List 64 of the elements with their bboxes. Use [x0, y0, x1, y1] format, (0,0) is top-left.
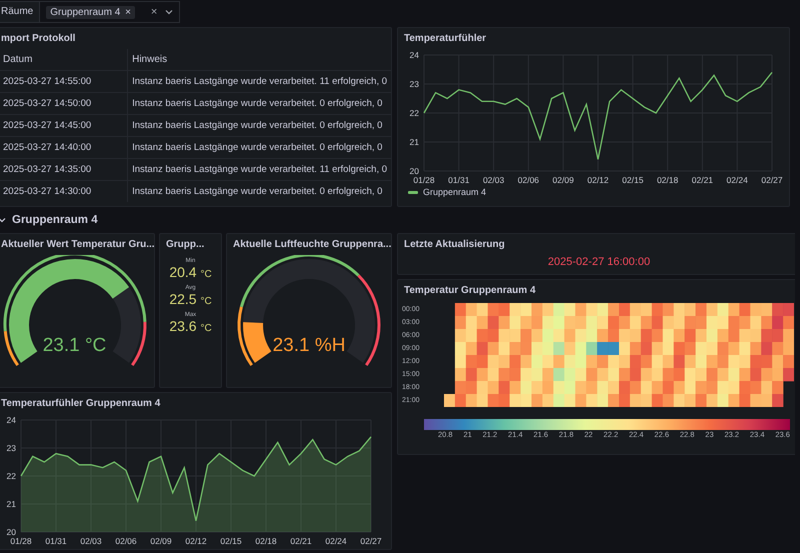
stat-value: 20.4 °C: [169, 264, 212, 280]
axis-label: 23: [6, 443, 16, 453]
axis-label: 02/06: [115, 536, 137, 546]
table-cell: 2025-03-27 14:45:00: [0, 114, 128, 136]
axis-label: 02/06: [518, 175, 540, 185]
table-cell: Instanz baeris Lastgänge wurde verarbeitet. 0 erfolgreich, 0: [128, 92, 391, 114]
axis-label: 01/28: [413, 175, 435, 185]
axis-label: 02/15: [622, 175, 644, 185]
axis-label: 02/12: [185, 536, 207, 546]
timestamp: 2025-02-27 16:00:00: [546, 256, 652, 268]
panel-title: Temperatur Gruppenraum 4: [403, 284, 537, 298]
column-header[interactable]: Datum: [0, 49, 128, 70]
axis-label: 01/31: [45, 536, 67, 546]
axis-label: 01/28: [10, 536, 32, 546]
axis-label: 02/27: [761, 175, 783, 185]
axis-label: 02/21: [290, 536, 312, 546]
axis-label: 02/12: [587, 175, 609, 185]
chevron-icon[interactable]: [0, 216, 6, 224]
axis-label: 22: [410, 108, 419, 118]
axis-label: 02/27: [360, 536, 382, 546]
axis-label: 23: [410, 79, 419, 89]
table-cell: Instanz baeris Lastgänge wurde verarbeitet. 0 erfolgreich, 0: [128, 180, 391, 202]
axis-label: 02/03: [80, 536, 102, 546]
axis-label: 02/24: [726, 175, 748, 185]
panel-title: mport Protokoll: [0, 32, 76, 46]
axis-label: 21: [6, 499, 16, 509]
table-cell: Instanz baeris Lastgänge wurde verarbeitet. 0 erfolgreich, 0: [128, 114, 391, 136]
axis-label: 01/31: [448, 175, 470, 185]
panel-title: Temperaturfühler Gruppenraum 4: [0, 397, 162, 411]
table-cell: 2025-03-27 14:35:00: [0, 158, 128, 180]
gauge-value: 23.1 %H: [272, 335, 346, 357]
axis-label: 24: [6, 415, 16, 425]
table-cell: Instanz baeris Lastgänge wurde verarbeitet. 11 erfolgreich, 0: [128, 70, 391, 92]
axis-label: 02/09: [150, 536, 172, 546]
axis-label: 02/18: [255, 536, 277, 546]
axis-label: 02/24: [325, 536, 347, 546]
stat-value: 22.5 °C: [169, 291, 212, 307]
panel-title: Letzte Aktualisierung: [403, 238, 506, 252]
axis-label: 02/03: [482, 175, 504, 185]
table-cell: Instanz baeris Lastgänge wurde verarbeitet. 11 erfolgreich, 0: [128, 158, 391, 180]
panel-title: Aktuelle Luftfeuchte Gruppenra...: [232, 238, 391, 252]
table-cell: Instanz baeris Lastgänge wurde verarbeitet. 0 erfolgreich, 0: [128, 136, 391, 158]
table-cell: 2025-03-27 14:55:00: [0, 70, 128, 92]
table-cell: 2025-03-27 14:50:00: [0, 92, 128, 114]
column-header[interactable]: Hinweis: [128, 49, 391, 70]
axis-label: 20: [410, 166, 419, 176]
panel-title: Temperaturfühler: [403, 32, 488, 46]
axis-label: 02/09: [552, 175, 574, 185]
panel-title: Aktueller Wert Temperatur Gru...: [0, 238, 154, 252]
legend-swatch: [408, 190, 418, 194]
axis-label: 02/21: [692, 175, 714, 185]
axis-label: 22: [6, 471, 16, 481]
table-cell: 2025-03-27 14:30:00: [0, 180, 128, 202]
axis-label: 24: [410, 50, 419, 60]
gauge-value: 23.1 °C: [42, 335, 106, 357]
legend-label[interactable]: Gruppenraum 4: [423, 187, 486, 197]
axis-label: 02/18: [656, 175, 678, 185]
axis-label: 21: [410, 137, 419, 147]
row-title[interactable]: Gruppenraum 4: [12, 214, 98, 226]
table-cell: 2025-03-27 14:40:00: [0, 136, 128, 158]
stat-value: 23.6 °C: [169, 318, 212, 334]
axis-label: 20: [6, 527, 16, 537]
panel-title: Grupp...: [165, 238, 206, 252]
axis-label: 02/15: [220, 536, 242, 546]
